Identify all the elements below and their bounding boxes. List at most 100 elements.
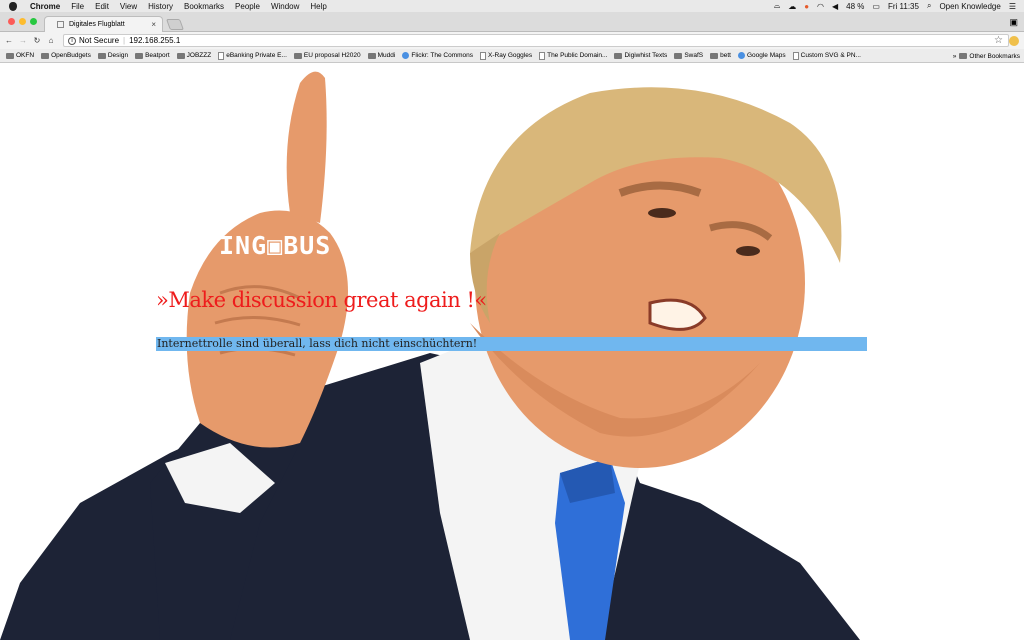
bookmark-label: eBanking Private E... [226,52,287,59]
user-name[interactable]: Open Knowledge [939,2,1000,11]
folder-icon [97,52,106,59]
reload-button[interactable]: ↻ [32,36,42,45]
maximize-window-icon[interactable] [30,18,37,25]
bookmark-item[interactable]: Design [97,52,129,59]
folder-icon [614,52,623,59]
bookmark-item[interactable]: EU proposal H2020 [293,52,361,59]
menu-people[interactable]: People [235,2,260,11]
bookmark-item[interactable]: X-Ray Goggles [480,51,533,60]
folder-icon [135,52,144,59]
bookmark-label: Digiwhist Texts [624,52,668,59]
page-icon [480,51,487,60]
info-icon[interactable]: i [68,36,76,45]
bookmark-label: EU proposal H2020 [303,52,361,59]
new-tab-button[interactable] [165,19,185,30]
menu-bookmarks[interactable]: Bookmarks [184,2,224,11]
selected-subline[interactable]: Internettrolle sind überall, lass dich n… [156,337,867,351]
menu-file[interactable]: File [71,2,84,11]
menu-app-chrome[interactable]: Chrome [30,2,60,11]
forward-button[interactable]: → [18,36,28,45]
bookmark-label: Google Maps [746,52,786,59]
wifi-icon[interactable]: ◠ [817,2,824,11]
bookmark-label: SwafS [684,52,704,59]
bookmark-label: Beatport [145,52,170,59]
bookmarks-bar: OKFN OpenBudgets Design Beatport JOBZZZ eBank… [0,49,1024,63]
bookmark-item[interactable]: The Public Domain... [539,51,608,60]
record-icon[interactable]: ● [804,2,809,11]
minimize-window-icon[interactable] [19,18,26,25]
menu-window[interactable]: Window [271,2,299,11]
folder-icon [6,52,14,59]
folder-icon [959,53,968,59]
cloud-icon[interactable]: ☁ [788,2,796,11]
bookmark-item[interactable]: Digiwhist Texts [614,52,667,59]
macos-menubar: Chrome File Edit View History Bookmarks … [0,0,1024,12]
bookmark-star-icon[interactable]: ☆ [994,35,1003,46]
folder-icon [367,52,376,59]
notification-center-icon[interactable]: ☰ [1009,2,1016,11]
bookmark-item[interactable]: eBanking Private E... [218,51,287,60]
home-button[interactable]: ⌂ [46,36,56,45]
clock[interactable]: Fri 11:35 [888,2,919,11]
bookmark-item[interactable]: SwafS [674,52,703,59]
url-text[interactable]: 192.168.255.1 [129,36,180,45]
bookmark-item[interactable]: JOBZZZ [176,52,212,59]
bookmark-item[interactable]: OKFN [6,52,34,59]
bookmark-label: Muddi [377,52,396,59]
bookmark-item[interactable]: OpenBudgets [41,52,91,59]
bookmark-label: The Public Domain... [547,52,608,59]
bookmark-label: JOBZZZ [186,52,212,59]
bookmark-item[interactable]: Flickr: The Commons [402,52,473,59]
headline: »Make discussion great again !« [156,288,487,312]
menu-history[interactable]: History [148,2,173,11]
bookmark-item[interactable]: bett [710,52,731,59]
menu-edit[interactable]: Edit [95,2,109,11]
incognito-icon[interactable]: ▣ [1009,17,1018,28]
bookmark-label: OKFN [16,52,35,59]
folder-icon [176,52,185,59]
security-label[interactable]: Not Secure [79,36,119,45]
battery-label[interactable]: 48 % [846,2,864,11]
close-window-icon[interactable] [8,18,15,25]
bookmark-label: X-Ray Goggles [488,52,533,59]
apple-icon[interactable] [9,1,17,11]
bookmark-item[interactable]: Google Maps [737,52,786,59]
divider: | [123,36,126,45]
browser-toolbar: ← → ↻ ⌂ i Not Secure | 192.168.255.1 ☆ [0,32,1024,49]
menu-help[interactable]: Help [310,2,326,11]
flickr-icon [402,52,410,59]
ingbus-logo: ING▣BUS [219,231,332,260]
volume-icon[interactable]: ◀ [832,2,838,11]
page-icon [539,51,546,60]
bookmark-label: bett [720,52,731,59]
photo-angry-man-pointing [0,71,860,640]
other-bookmarks-button[interactable]: Other Bookmarks [969,53,1020,60]
battery-icon: ▭ [872,1,880,11]
bookmark-label: Flickr: The Commons [411,52,474,59]
folder-icon [293,52,302,59]
tab-active[interactable]: Digitales Flugblatt × [44,16,163,32]
bookmarks-overflow-button[interactable]: » [953,53,957,60]
folder-icon [674,52,683,59]
spotlight-icon[interactable]: ⌕ [927,1,931,11]
glasses-icon[interactable]: ⌓ [774,1,780,11]
bookmark-item[interactable]: Beatport [135,52,170,59]
close-tab-icon[interactable]: × [151,20,156,29]
maps-icon [737,52,745,59]
bookmark-label: OpenBudgets [51,52,91,59]
bookmark-label: Custom SVG & PN... [800,52,861,59]
menu-view[interactable]: View [120,2,137,11]
address-bar[interactable]: i Not Secure | 192.168.255.1 [63,34,1009,47]
folder-icon [710,52,719,59]
extension-icon[interactable] [1009,36,1019,46]
folder-icon [41,52,50,59]
tab-strip: Digitales Flugblatt × ▣ [0,12,1024,32]
bookmark-item[interactable]: Muddi [367,52,396,59]
back-button[interactable]: ← [4,36,14,45]
bookmark-item[interactable]: Custom SVG & PN... [792,51,861,60]
bookmark-label: Design [107,52,129,59]
page-icon [218,51,225,60]
tab-title: Digitales Flugblatt [69,21,125,28]
page-icon [57,21,64,28]
page-viewport: ING▣BUS »Make discussion great again !« … [0,63,1024,640]
